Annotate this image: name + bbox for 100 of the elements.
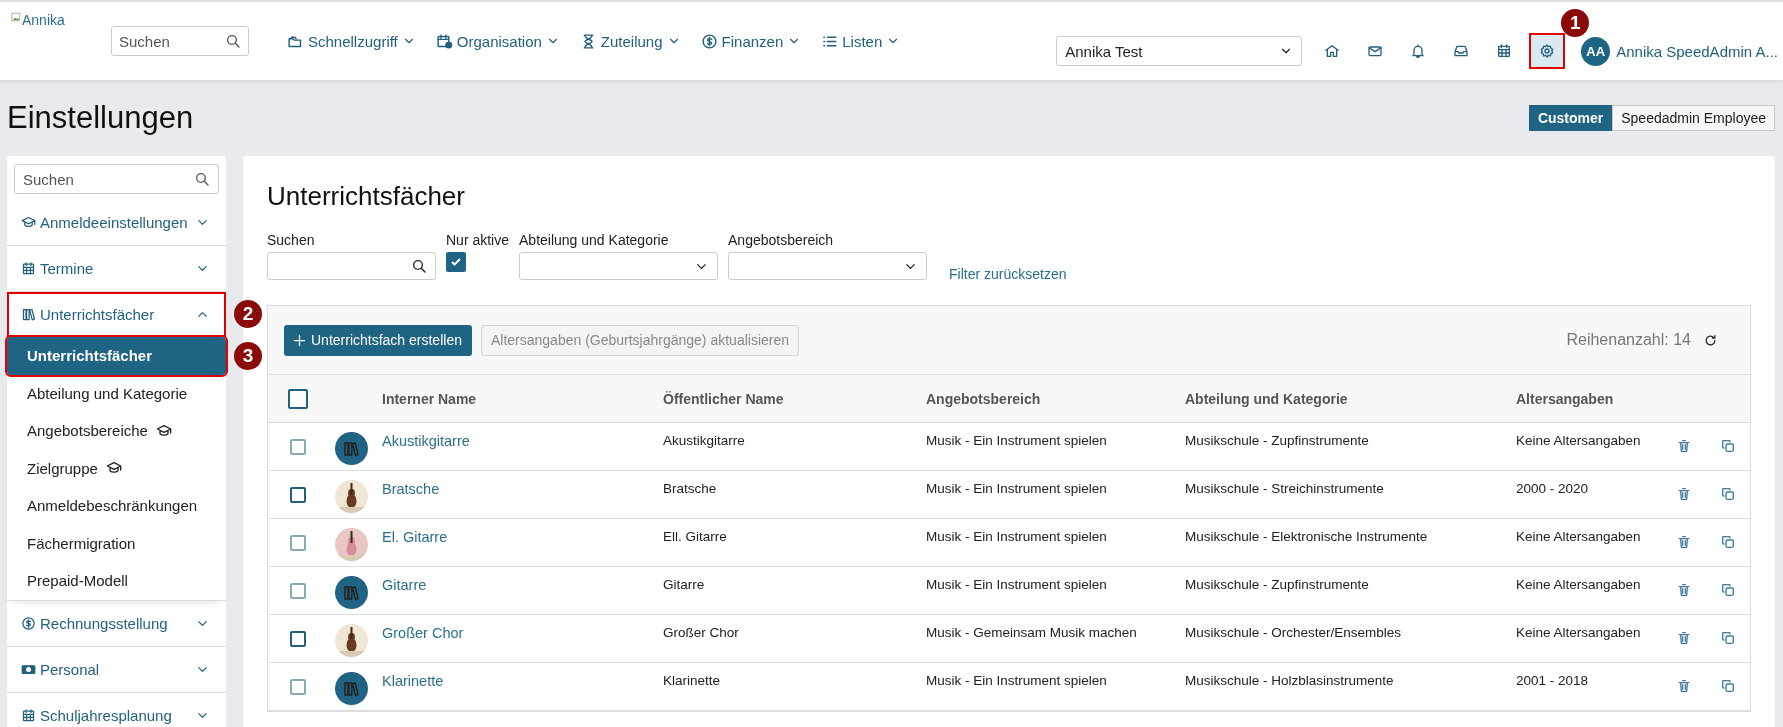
checkbox[interactable]	[288, 388, 308, 409]
copy-button[interactable]	[1720, 678, 1736, 694]
checkbox[interactable]	[290, 439, 306, 455]
checkbox[interactable]	[446, 252, 466, 272]
table-cell: Musikschule - Elektronische Instrumente	[1185, 529, 1428, 544]
sidebar-item[interactable]: Fächermigration	[7, 524, 226, 562]
nav-menu[interactable]: Listen	[821, 32, 901, 50]
reset-filter-link[interactable]: Filter zurücksetzen	[949, 266, 1067, 282]
subject-link[interactable]: Akustikgitarre	[382, 433, 470, 449]
search-field[interactable]	[267, 252, 436, 280]
graduation-cap-icon	[155, 422, 172, 439]
logo-alt-text: Annika	[22, 12, 65, 28]
copy-icon	[1720, 486, 1736, 502]
refresh-icon	[1703, 332, 1718, 348]
sidebar-item[interactable]: Zielgruppe	[7, 449, 226, 487]
copy-button[interactable]	[1720, 630, 1736, 646]
account-select[interactable]: Annika Test	[1056, 36, 1303, 66]
graduation-cap-icon	[21, 215, 36, 230]
checkbox[interactable]	[290, 631, 306, 647]
sidebar-item[interactable]: Anmeldebeschränkungen	[7, 487, 226, 525]
row-count: Reihenanzahl: 14	[1566, 331, 1691, 349]
table-cell: Musik - Ein Instrument spielen	[926, 433, 1107, 448]
sidebar-section[interactable]: Anmeldeeinstellungen	[7, 200, 226, 246]
calendar-clock-icon	[435, 32, 453, 50]
table-cell: Musik - Ein Instrument spielen	[926, 673, 1107, 688]
home-icon	[1324, 43, 1341, 59]
subject-link[interactable]: Klarinette	[382, 673, 444, 689]
subject-link[interactable]: Großer Chor	[382, 625, 464, 641]
column-header: Abteilung und Kategorie	[1184, 390, 1349, 407]
annotation-number: 2	[234, 300, 262, 328]
checkbox[interactable]	[290, 583, 306, 599]
search-icon	[225, 33, 241, 49]
calendar-icon	[1496, 43, 1513, 59]
sidebar-section[interactable]: Rechnungsstellung	[7, 600, 226, 647]
table-cell: 2000 - 2020	[1516, 481, 1589, 496]
subject-link[interactable]: El. Gitarre	[382, 529, 448, 545]
settings-button[interactable]	[1531, 35, 1564, 67]
subject-link[interactable]: Bratsche	[382, 481, 440, 497]
books-icon	[342, 583, 360, 602]
copy-icon	[1720, 582, 1736, 598]
search-icon	[194, 171, 210, 187]
search-field[interactable]: Suchen	[14, 164, 219, 194]
copy-button[interactable]	[1720, 582, 1736, 598]
view-toggle-button[interactable]: Customer	[1528, 105, 1613, 131]
column-header: Interner Name	[381, 390, 478, 407]
books-icon	[21, 307, 36, 322]
table-cell: Musik - Gemeinsam Musik machen	[926, 625, 1137, 640]
table-cell: Musikschule - Zupfinstrumente	[1185, 577, 1369, 592]
subject-link[interactable]: Gitarre	[382, 577, 427, 593]
sidebar-item[interactable]: Angebotsbereiche	[7, 412, 226, 450]
checkbox[interactable]	[290, 487, 306, 503]
table-cell: Klarinette	[663, 673, 721, 688]
table-cell: 2001 - 2018	[1516, 673, 1589, 688]
sidebar-item[interactable]: Prepaid-Modell	[7, 562, 226, 600]
nav-menu[interactable]: Schnellzugriff	[287, 32, 416, 50]
sidebar-item[interactable]: Unterrichtsfächer	[7, 337, 226, 375]
sidebar-section[interactable]: Personal	[7, 646, 226, 693]
field-label: Nur aktive	[446, 232, 510, 248]
table-cell: Großer Chor	[663, 625, 739, 640]
field-label: Suchen	[267, 232, 316, 248]
sidebar-section[interactable]: Termine	[7, 246, 226, 292]
table-cell: Musikschule - Zupfinstrumente	[1185, 433, 1369, 448]
broken-image-icon	[11, 12, 21, 22]
sidebar-item[interactable]: Abteilung und Kategorie	[7, 374, 226, 412]
create-button[interactable]: Unterrichtsfach erstellen	[284, 324, 472, 356]
copy-button[interactable]	[1720, 486, 1736, 502]
nav-menu[interactable]: Zuteilung	[579, 32, 681, 50]
dollar-icon	[700, 32, 718, 50]
page-title: Einstellungen	[7, 100, 194, 136]
user-avatar[interactable]: AA	[1581, 36, 1611, 66]
user-name[interactable]: Annika SpeedAdmin A...	[1616, 42, 1778, 60]
copy-icon	[1720, 438, 1736, 454]
plus-icon	[292, 332, 307, 348]
table-cell: Bratsche	[663, 481, 717, 496]
table-cell: Keine Altersangaben	[1516, 433, 1641, 448]
nav-menu[interactable]: Organisation	[435, 32, 560, 50]
table-cell: Ell. Gitarre	[663, 529, 727, 544]
field-label: Angebotsbereich	[728, 232, 835, 248]
calendar-icon	[21, 261, 36, 276]
refresh-button[interactable]	[1703, 332, 1718, 348]
checkbox[interactable]	[290, 535, 306, 551]
column-header: Öffentlicher Name	[662, 390, 785, 407]
check-icon	[450, 256, 462, 268]
copy-button[interactable]	[1720, 534, 1736, 550]
column-header: Altersangaben	[1515, 390, 1615, 407]
checkbox[interactable]	[290, 679, 306, 695]
calendar-icon	[21, 707, 36, 723]
books-icon	[342, 439, 360, 458]
view-toggle-button[interactable]: Speedadmin Employee	[1612, 105, 1775, 131]
mail-icon	[1367, 43, 1384, 59]
sidebar-section[interactable]: Schuljahresplanung	[7, 692, 226, 727]
column-header: Angebotsbereich	[925, 390, 1042, 407]
table-cell: Keine Altersangaben	[1516, 529, 1641, 544]
search-field[interactable]: Suchen	[111, 26, 249, 56]
bell-icon	[1410, 43, 1427, 59]
nav-menu[interactable]: Finanzen	[700, 32, 802, 50]
field-label: Abteilung und Kategorie	[519, 232, 670, 248]
dollar-icon	[21, 615, 36, 631]
copy-button[interactable]	[1720, 438, 1736, 454]
sidebar-section[interactable]: Unterrichtsfächer	[7, 292, 226, 337]
